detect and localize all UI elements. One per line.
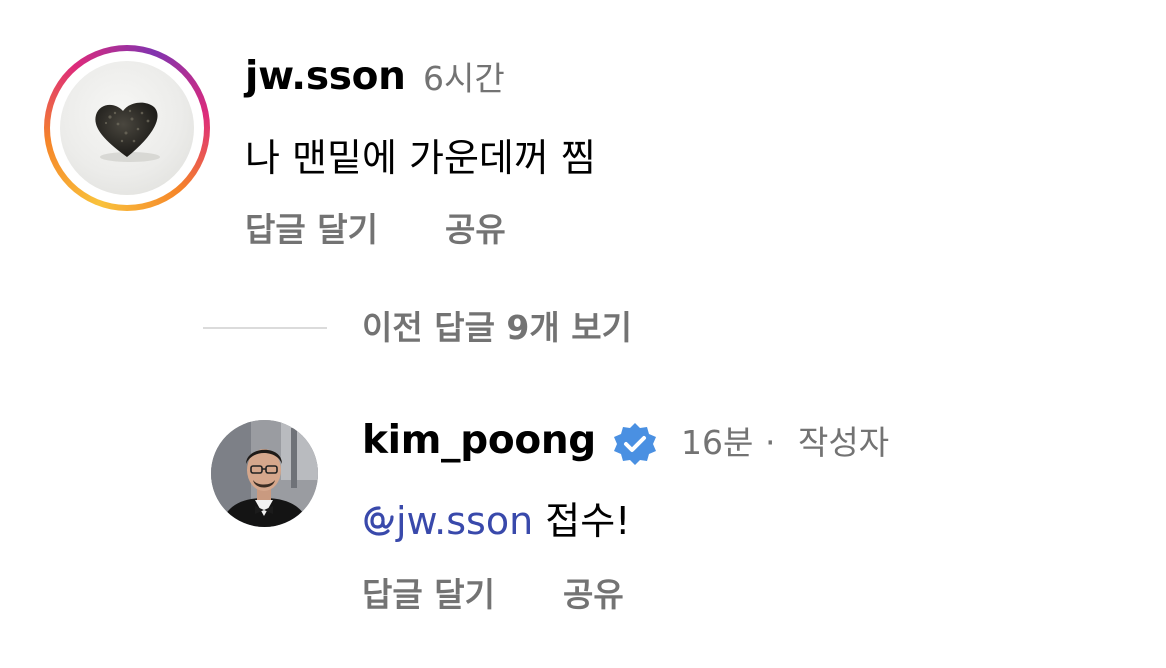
reply-text-line: jw.sson 접수! bbox=[362, 498, 630, 544]
meta-separator: · bbox=[765, 423, 776, 462]
comment-username[interactable]: jw.sson bbox=[245, 54, 406, 100]
comment-text: 나 맨밑에 가운데꺼 찜 bbox=[245, 136, 596, 180]
replies-divider bbox=[203, 327, 327, 329]
avatar-kim-poong[interactable] bbox=[211, 420, 318, 527]
reply-text: 접수! bbox=[545, 499, 631, 543]
comment-timestamp: 6시간 bbox=[423, 59, 505, 98]
story-ring-avatar[interactable] bbox=[44, 45, 210, 211]
reply-username[interactable]: kim_poong bbox=[362, 418, 596, 464]
author-badge: 작성자 bbox=[798, 423, 890, 462]
share-button[interactable]: 공유 bbox=[445, 210, 506, 250]
mention-username: jw.sson bbox=[396, 499, 534, 543]
avatar-jw-sson bbox=[60, 61, 194, 195]
reply-button[interactable]: 답글 달기 bbox=[245, 210, 378, 250]
reply-reply-button[interactable]: 답글 달기 bbox=[362, 575, 495, 615]
mention-link[interactable]: jw.sson bbox=[362, 499, 533, 543]
reply-timestamp: 16분 bbox=[681, 423, 754, 462]
view-previous-replies-button[interactable]: 이전 답글 9개 보기 bbox=[362, 308, 632, 348]
heart-object-image bbox=[95, 102, 160, 162]
verified-badge-icon bbox=[614, 423, 656, 465]
reply-share-button[interactable]: 공유 bbox=[563, 575, 624, 615]
comments-thread: jw.sson 6시간 나 맨밑에 가운데꺼 찜 답글 달기 공유 이전 답글 … bbox=[0, 0, 1166, 668]
threads-at-icon bbox=[364, 506, 394, 536]
profile-photo-man bbox=[211, 420, 318, 527]
